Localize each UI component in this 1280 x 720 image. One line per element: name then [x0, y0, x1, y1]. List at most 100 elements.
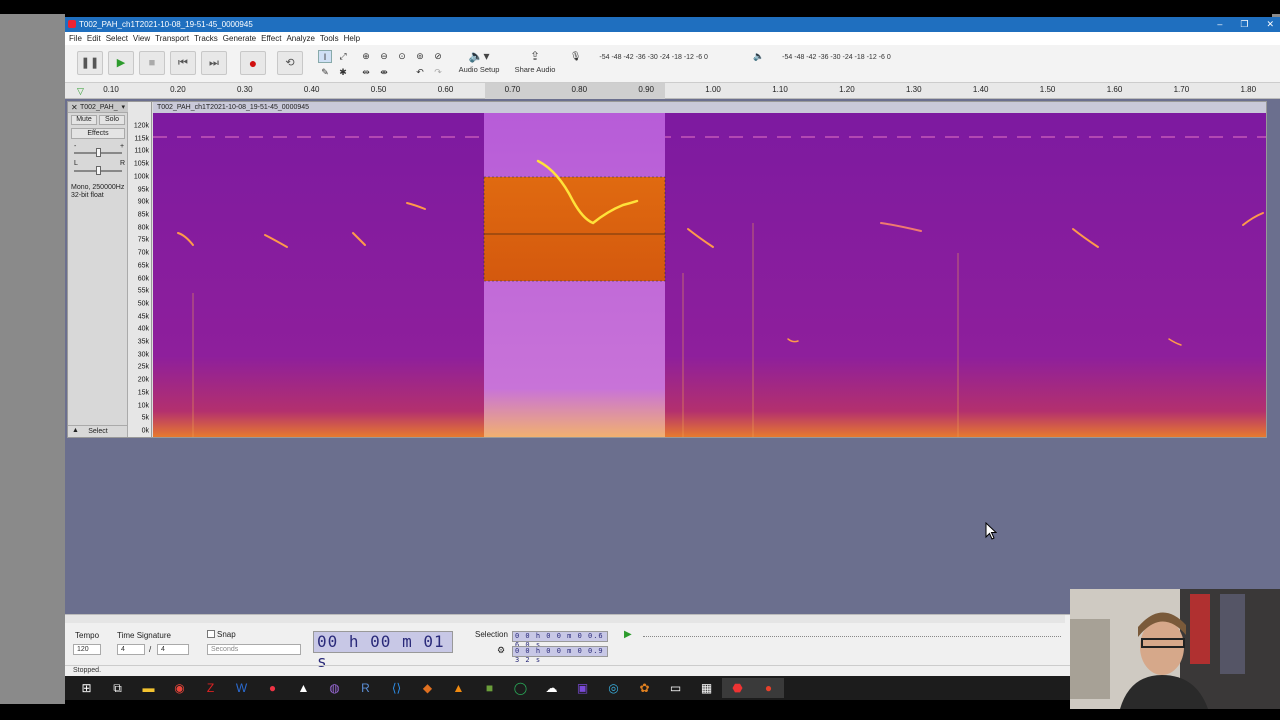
menu-file[interactable]: File	[69, 32, 87, 45]
app-green-icon[interactable]: ■	[474, 678, 505, 698]
record-button[interactable]: ●	[240, 51, 266, 75]
menu-generate[interactable]: Generate	[223, 32, 261, 45]
app-red-icon[interactable]: ⬣	[722, 678, 753, 698]
pan-slider-knob[interactable]	[96, 166, 101, 175]
matlab-icon[interactable]: ◆	[412, 678, 443, 698]
multi-tool-icon[interactable]: ✱	[336, 66, 350, 79]
pan-slider[interactable]	[74, 166, 122, 175]
select-track-button[interactable]: ▲ Select	[68, 425, 128, 437]
app-purple-icon[interactable]: ▣	[567, 678, 598, 698]
inkscape-icon[interactable]: ▲	[288, 678, 319, 698]
trim-icon[interactable]: ⇹	[359, 66, 373, 79]
selection-start-field[interactable]: 0 0 h 0 0 m 0 0.6 6 0 s	[512, 631, 608, 649]
track-name-menu[interactable]: ✕ T002_PAH_ ▾	[68, 102, 128, 113]
app-orange-icon[interactable]: ✿	[629, 678, 660, 698]
zoom-out-icon[interactable]: ⊖	[377, 50, 391, 63]
r-icon[interactable]: R	[350, 678, 381, 698]
task-view-icon[interactable]: ⧉	[102, 678, 133, 698]
vscode-icon[interactable]: ⟨⟩	[381, 678, 412, 698]
minimize-button[interactable]: –	[1217, 17, 1222, 32]
skip-to-end-button[interactable]: ⏭	[201, 51, 227, 75]
ts-slash: /	[149, 645, 152, 654]
zotero-icon[interactable]: Z	[195, 678, 226, 698]
file-explorer-icon[interactable]: ▬	[133, 678, 164, 698]
solo-button[interactable]: Solo	[99, 115, 125, 125]
tempo-input[interactable]: 120	[73, 644, 101, 655]
selection-settings-icon[interactable]: ⚙	[497, 645, 505, 656]
snap-checkbox[interactable]	[207, 630, 215, 638]
app-globe-icon[interactable]: ◎	[598, 678, 629, 698]
menu-transport[interactable]: Transport	[155, 32, 194, 45]
track-close-icon[interactable]: ✕	[71, 102, 78, 113]
draw-tool-icon[interactable]: ✎	[318, 66, 332, 79]
share-audio-button[interactable]: ⇪ Share Audio	[507, 47, 563, 81]
menu-tools[interactable]: Tools	[320, 32, 344, 45]
gain-slider-knob[interactable]	[96, 148, 101, 157]
app-circle-icon[interactable]: ◯	[505, 678, 536, 698]
stop-button[interactable]: ■	[139, 51, 165, 75]
zoom-toggle-icon[interactable]: ⊘	[431, 50, 445, 63]
play-head-icon[interactable]: ▽	[77, 86, 84, 97]
maximize-button[interactable]: ❐	[1240, 17, 1248, 32]
clip-title-bar[interactable]: T002_PAH_ch1T2021-10-08_19-51-45_0000945	[153, 102, 1266, 113]
time-display[interactable]: 00 h 00 m 01 s	[313, 631, 453, 671]
word-icon[interactable]: W	[226, 678, 257, 698]
frequency-label: 25k	[137, 363, 149, 371]
ts-numerator-select[interactable]: 4	[117, 644, 145, 655]
vlc-icon[interactable]: ▲	[443, 678, 474, 698]
frequency-axis[interactable]: 120k 115k 110k 105k 100k 95k 90k 85k 80k 75k 70k 65…	[128, 102, 152, 437]
menu-select[interactable]: Select	[106, 32, 133, 45]
redo-icon[interactable]: ↷	[431, 66, 445, 79]
audacity-task-icon[interactable]: ●	[753, 678, 784, 698]
audio-setup-button[interactable]: 🔈▾ Audio Setup	[451, 47, 507, 81]
skip-to-start-button[interactable]: ⏮	[170, 51, 196, 75]
playback-meter[interactable]: 🔈 -54 -48 -42 -36 -30 -24 -18 -12 -6 0	[753, 49, 891, 63]
loop-button[interactable]: ⟲	[277, 51, 303, 75]
mute-button[interactable]: Mute	[71, 115, 97, 125]
terminal-icon[interactable]: ▭	[660, 678, 691, 698]
app-cloud-icon[interactable]: ☁	[536, 678, 567, 698]
record-meter[interactable]: 🎙 -54 -48 -42 -36 -30 -24 -18 -12 -6 0	[570, 49, 708, 63]
ts-denominator-select[interactable]: 4	[157, 644, 189, 655]
app-grid-icon[interactable]: ▦	[691, 678, 722, 698]
menu-bar: File Edit Select View Transport Tracks G…	[65, 32, 1280, 45]
collapse-icon[interactable]: ▲	[72, 425, 79, 436]
zoom-in-icon[interactable]: ⊕	[359, 50, 373, 63]
pause-button[interactable]: ❚❚	[77, 51, 103, 75]
frequency-label: 100k	[133, 173, 149, 181]
github-icon[interactable]: ◍	[319, 678, 350, 698]
tempo-label: Tempo	[75, 631, 100, 640]
fit-selection-icon[interactable]: ⊙	[395, 50, 409, 63]
fit-project-icon[interactable]: ⊚	[413, 50, 427, 63]
menu-view[interactable]: View	[133, 32, 155, 45]
audacity-window: T002_PAH_ch1T2021-10-08_19-51-45_0000945…	[65, 17, 1280, 676]
close-button[interactable]: ✕	[1266, 17, 1274, 32]
frequency-selection-box[interactable]	[483, 176, 666, 282]
pdf-reader-icon[interactable]: ●	[257, 678, 288, 698]
selection-tool-icon[interactable]: I	[318, 50, 332, 63]
timeline-ruler[interactable]: ▽ 0.10 0.20 0.30 0.40 0.50 0.60 0.70 0.80 0.90 1.…	[65, 83, 1280, 99]
windows-start-icon[interactable]: ⊞	[71, 678, 102, 698]
snap-unit-select[interactable]: Seconds	[207, 644, 301, 655]
silence-icon[interactable]: ⇼	[377, 66, 391, 79]
selection-end-field[interactable]: 0 0 h 0 0 m 0 0.9 3 2 s	[512, 646, 608, 664]
menu-analyze[interactable]: Analyze	[286, 32, 319, 45]
frequency-label: 120k	[133, 122, 149, 130]
undo-icon[interactable]: ↶	[413, 66, 427, 79]
track-area[interactable]: ✕ T002_PAH_ ▾ Mute Solo Effects - + L R …	[65, 99, 1280, 614]
playback-speed-slider[interactable]	[643, 636, 1061, 637]
spectrogram[interactable]	[153, 113, 1266, 437]
audio-clip[interactable]: T002_PAH_ch1T2021-10-08_19-51-45_0000945	[153, 102, 1266, 437]
play-button[interactable]: ▶	[108, 51, 134, 75]
menu-edit[interactable]: Edit	[87, 32, 106, 45]
chrome-icon[interactable]: ◉	[164, 678, 195, 698]
menu-help[interactable]: Help	[344, 32, 365, 45]
horizontal-scrollbar[interactable]	[65, 615, 1065, 623]
window-controls: – ❐ ✕	[1217, 17, 1274, 32]
envelope-tool-icon[interactable]: ⤢	[336, 50, 350, 63]
effects-button[interactable]: Effects	[71, 128, 125, 139]
menu-tracks[interactable]: Tracks	[194, 32, 223, 45]
play-at-speed-icon[interactable]: ▶	[624, 629, 632, 640]
gain-slider[interactable]	[74, 148, 122, 157]
menu-effect[interactable]: Effect	[261, 32, 286, 45]
